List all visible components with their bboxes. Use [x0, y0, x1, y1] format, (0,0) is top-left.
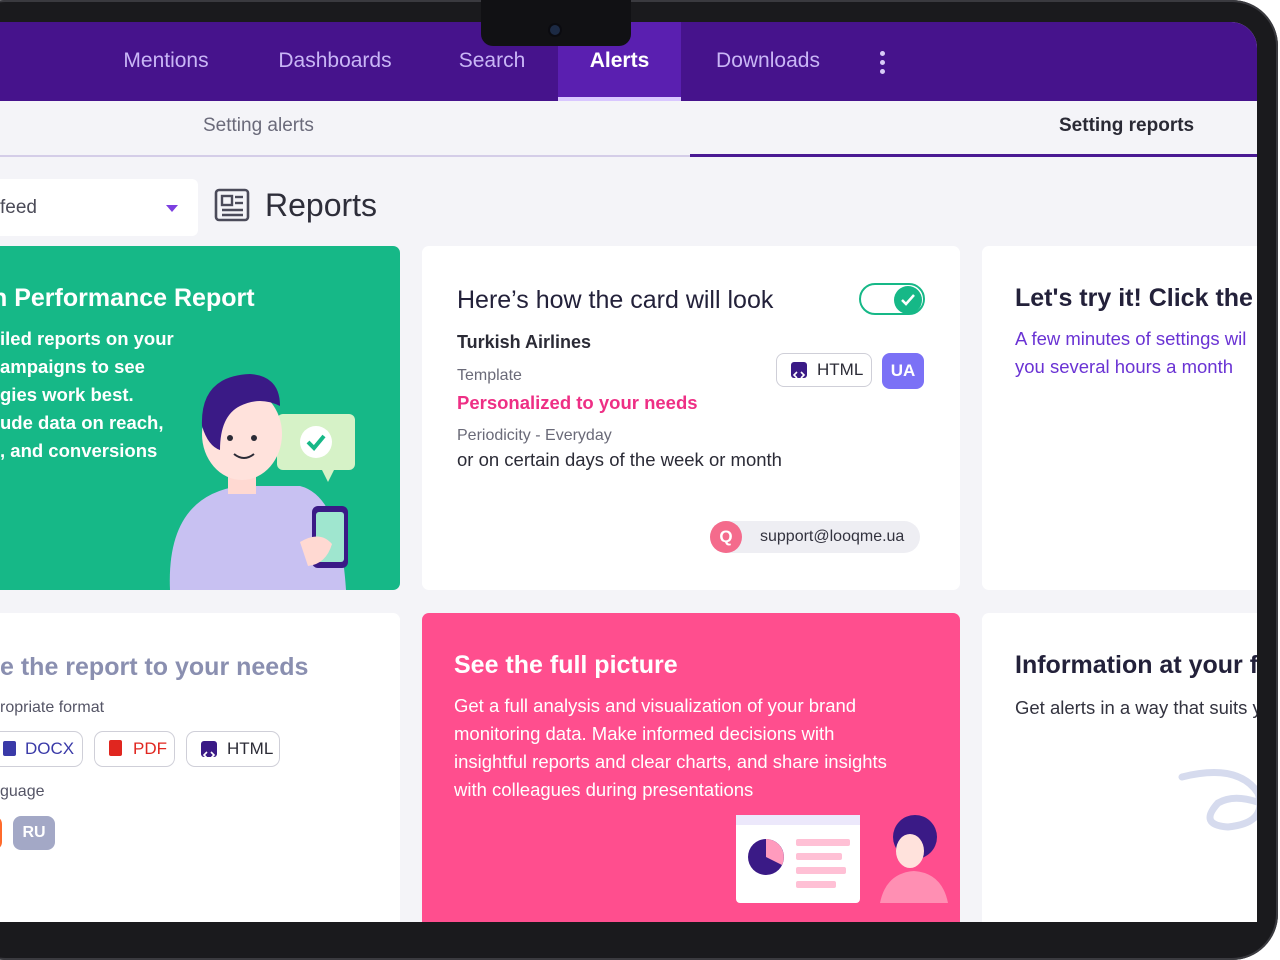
- card-text-line: ude data on reach,: [0, 412, 164, 433]
- tab-setting-alerts[interactable]: Setting alerts: [203, 115, 314, 137]
- app-screen: Mentions Dashboards Search Alerts Downlo…: [0, 22, 1257, 922]
- nav-downloads[interactable]: Downloads: [696, 22, 840, 101]
- card-text-line: iled reports on your: [0, 328, 174, 349]
- language-badge[interactable]: UA: [882, 353, 924, 389]
- card-text-line: you several hours a month: [1015, 356, 1234, 377]
- camera-icon: [550, 25, 560, 35]
- card-title: e the report to your needs: [0, 653, 309, 681]
- html-format-chip[interactable]: HTML: [186, 731, 280, 767]
- report-icon: [214, 188, 250, 222]
- chevron-down-icon: [166, 205, 178, 212]
- code-icon: [201, 741, 217, 759]
- card-preview: Here’s how the card will look Turkish Ai…: [422, 246, 960, 590]
- presentation-illustration: [736, 815, 948, 903]
- performance-report-card[interactable]: n Performance Report iled reports on you…: [0, 246, 400, 590]
- enable-toggle[interactable]: [859, 283, 925, 315]
- periodicity-description: or on certain days of the week or month: [457, 449, 782, 470]
- card-title: n Performance Report: [0, 284, 255, 312]
- try-it-card: Let's try it! Click the b A few minutes …: [982, 246, 1257, 590]
- tab-underline: [0, 155, 690, 157]
- support-email: support@looqme.ua: [760, 528, 905, 545]
- nav-dashboards[interactable]: Dashboards: [258, 22, 412, 101]
- language-label: guage: [0, 783, 45, 800]
- card-text-line: ampaigns to see: [0, 356, 145, 377]
- person-with-phone-illustration: [169, 374, 355, 590]
- decorative-swirl: [1178, 769, 1257, 831]
- card-text-line: gies work best.: [0, 384, 134, 405]
- html-format-chip[interactable]: HTML: [776, 353, 872, 387]
- information-card: Information at your fi Get alerts in a w…: [982, 613, 1257, 922]
- card-text-line: insightful reports and clear charts, and…: [454, 751, 887, 772]
- pdf-format-chip[interactable]: PDF: [94, 731, 175, 767]
- card-text-line: Get alerts in a way that suits y: [1015, 697, 1257, 718]
- chip-label: PDF: [133, 739, 167, 758]
- company-name: Turkish Airlines: [457, 332, 592, 352]
- check-icon: [894, 286, 922, 314]
- document-icon: [3, 741, 16, 756]
- docx-format-chip[interactable]: DOCX: [0, 731, 83, 767]
- pdf-icon: [109, 740, 122, 756]
- card-text-line: Get a full analysis and visualization of…: [454, 695, 857, 716]
- language-badge-ru[interactable]: RU: [13, 816, 55, 850]
- periodicity-label: Periodicity - Everyday: [457, 427, 612, 444]
- chip-label: DOCX: [25, 739, 75, 758]
- tab-setting-reports[interactable]: Setting reports: [1059, 115, 1194, 137]
- full-picture-card[interactable]: See the full picture Get a full analysis…: [422, 613, 960, 922]
- page-title: Reports: [265, 187, 378, 223]
- card-title: Here’s how the card will look: [457, 286, 774, 314]
- code-icon: [791, 362, 807, 379]
- feed-select[interactable]: feed: [0, 179, 198, 236]
- tab-active-underline: [690, 154, 1257, 157]
- kebab-vertical-icon[interactable]: [872, 50, 892, 76]
- format-label: ropriate format: [0, 699, 105, 716]
- template-value: Personalized to your needs: [457, 392, 698, 413]
- nav-mentions[interactable]: Mentions: [100, 22, 232, 101]
- chip-label: HTML: [817, 360, 864, 379]
- card-text-line: with colleagues during presentations: [454, 779, 754, 800]
- support-contact: Q support@looqme.ua: [710, 521, 920, 553]
- card-title: Let's try it! Click the b: [1015, 284, 1257, 312]
- card-text-line: , and conversions: [0, 440, 158, 461]
- card-text-line: A few minutes of settings wil: [1015, 328, 1247, 349]
- chip-label: HTML: [227, 739, 274, 758]
- template-label: Template: [457, 367, 522, 384]
- subtabs: Setting alerts Setting reports: [0, 101, 1257, 157]
- avatar: Q: [710, 521, 742, 553]
- customize-report-card: e the report to your needs ropriate form…: [0, 613, 400, 922]
- card-title: Information at your fi: [1015, 651, 1257, 679]
- feed-select-value: feed: [0, 197, 37, 218]
- camera-notch: [481, 0, 631, 46]
- card-title: See the full picture: [454, 651, 678, 679]
- language-badge[interactable]: [0, 816, 2, 850]
- card-text-line: monitoring data. Make informed decisions…: [454, 723, 835, 744]
